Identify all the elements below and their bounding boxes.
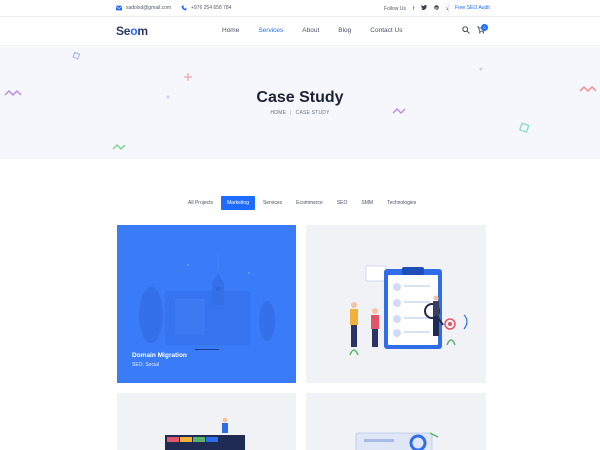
case-study-card-3[interactable]: [117, 393, 296, 450]
page-title: Case Study: [256, 89, 344, 106]
topbar-divider: [448, 4, 449, 12]
email-contact[interactable]: sadolsd@gmail.com: [116, 5, 171, 11]
logo-text-start: Se: [116, 24, 131, 38]
mail-icon: [116, 5, 122, 11]
breadcrumb-separator: |: [290, 110, 292, 116]
top-bar: sadolsd@gmail.com +976 254 658 784 Follo…: [0, 0, 600, 17]
card-title[interactable]: Domain Migration: [132, 352, 187, 359]
page-hero: Case Study HOME | CASE STUDY: [0, 47, 600, 159]
analytics-illustration: [355, 432, 439, 450]
logo-text-end: m: [137, 24, 148, 38]
breadcrumb-home[interactable]: HOME: [270, 110, 286, 116]
nav-blog[interactable]: Blog: [338, 27, 351, 34]
phone-contact[interactable]: +976 254 658 784: [181, 5, 231, 11]
nav-contact[interactable]: Contact Us: [370, 27, 402, 34]
filter-services[interactable]: Services: [257, 196, 288, 210]
card-tags: SEO, Social: [132, 362, 159, 368]
filter-marketing[interactable]: Marketing: [221, 196, 255, 210]
main-nav: Home Services About Blog Contact Us: [222, 27, 421, 34]
nav-home[interactable]: Home: [222, 27, 239, 34]
filter-seo[interactable]: SEO: [331, 196, 354, 210]
case-study-card-domain-migration[interactable]: Domain Migration SEO, Social: [117, 225, 296, 383]
breadcrumb: HOME | CASE STUDY: [0, 110, 600, 116]
portfolio-filters: All Projects Marketing Services Ecommerc…: [182, 196, 424, 210]
dashboard-illustration: [165, 417, 245, 450]
filter-ecommerce[interactable]: Ecommerce: [290, 196, 329, 210]
search-icon[interactable]: [462, 26, 470, 34]
facebook-icon[interactable]: f: [413, 6, 414, 12]
filter-smm[interactable]: SMM: [355, 196, 379, 210]
follow-label: Follow Us: [384, 5, 406, 12]
twitter-icon[interactable]: [421, 5, 428, 12]
cart-count-badge: 0: [481, 24, 488, 31]
svg-text:p: p: [436, 6, 438, 10]
nav-services[interactable]: Services: [258, 27, 283, 34]
filter-all-projects[interactable]: All Projects: [182, 196, 219, 210]
free-seo-audit-link[interactable]: Free SEO Audit: [455, 5, 490, 11]
nav-about[interactable]: About: [302, 27, 319, 34]
case-study-card-4[interactable]: [306, 393, 486, 450]
breadcrumb-current: CASE STUDY: [295, 110, 330, 116]
phone-icon: [181, 5, 187, 11]
filter-technologies[interactable]: Technologies: [381, 196, 422, 210]
main-header: Seom Home Services About Blog Contact Us…: [0, 17, 600, 46]
phone-text: +976 254 658 784: [191, 5, 232, 11]
clipboard-team-illustration: [349, 265, 468, 356]
email-text: sadolsd@gmail.com: [126, 5, 172, 11]
pinterest-icon[interactable]: p: [434, 5, 440, 12]
follow-us: Follow Us f p v: [384, 5, 449, 12]
logo[interactable]: Seom: [116, 24, 148, 38]
rocket-illustration: [139, 255, 275, 345]
card-underline: [195, 349, 219, 350]
case-study-card-2[interactable]: [306, 225, 486, 383]
